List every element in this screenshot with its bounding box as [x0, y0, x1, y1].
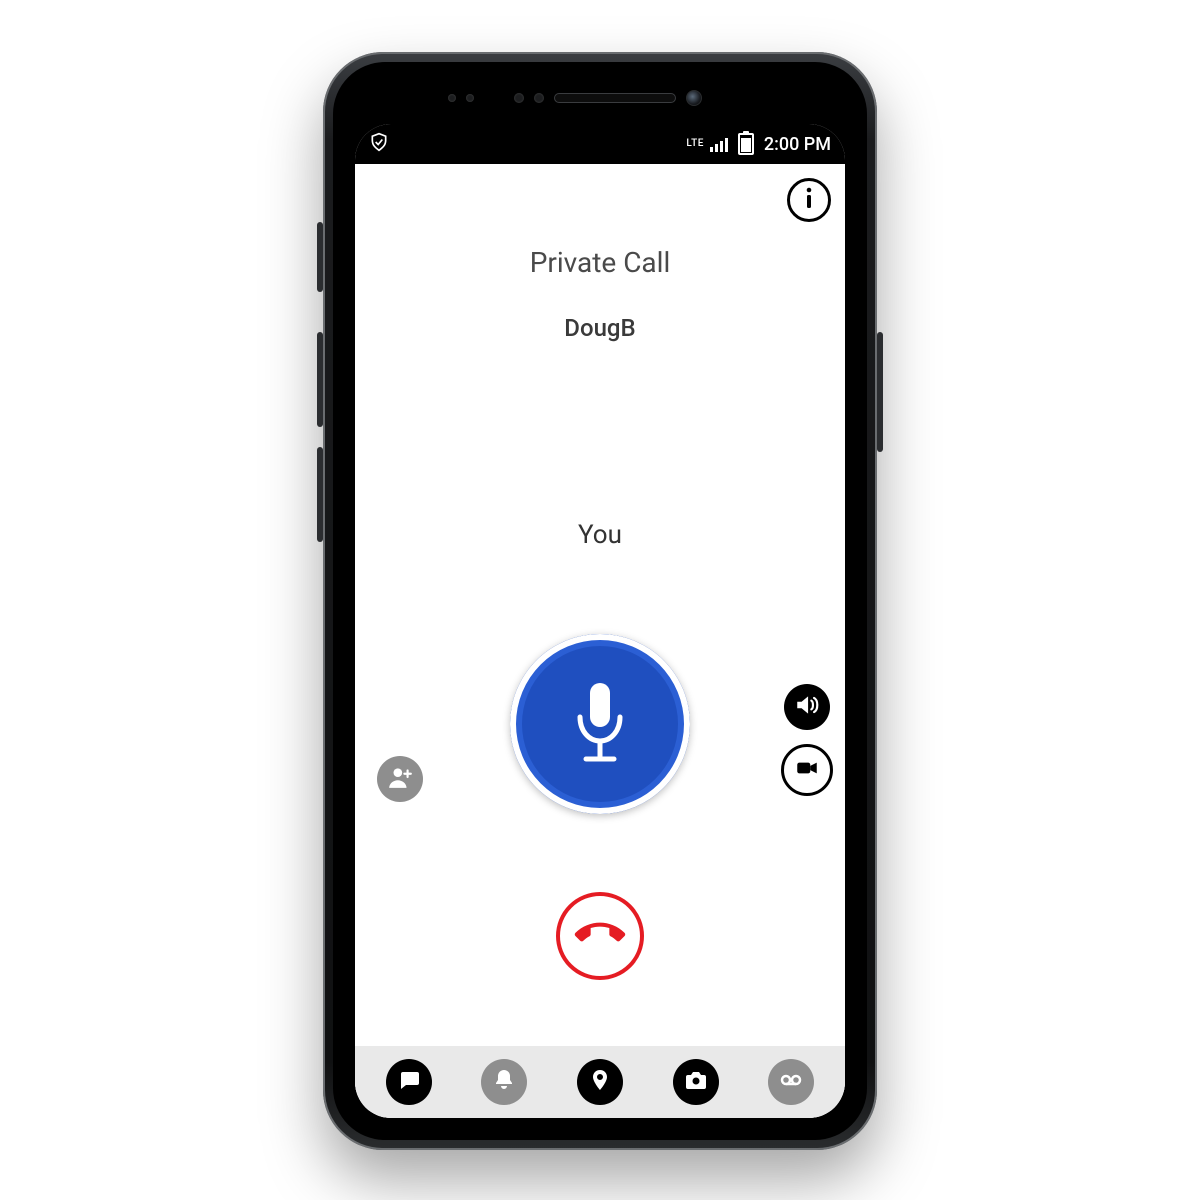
cellular-signal-icon — [710, 136, 728, 152]
info-icon — [804, 187, 814, 213]
nav-camera[interactable] — [673, 1059, 719, 1105]
microphone-icon — [565, 677, 635, 771]
phone-sensor-row — [333, 90, 867, 106]
chat-bubble-icon — [397, 1068, 421, 1096]
add-participant-button[interactable] — [377, 756, 423, 802]
call-contact-name: DougB — [355, 314, 845, 342]
video-camera-icon — [794, 755, 820, 785]
speaking-indicator-label: You — [355, 520, 845, 550]
device-screen: LTE 2:00 PM — [355, 124, 845, 1118]
phone-frame: LTE 2:00 PM — [323, 52, 877, 1150]
status-bar: LTE 2:00 PM — [355, 124, 845, 164]
push-to-talk-button[interactable] — [510, 634, 690, 814]
info-button[interactable] — [787, 178, 831, 222]
nav-location[interactable] — [577, 1059, 623, 1105]
status-clock: 2:00 PM — [764, 134, 831, 155]
hardware-volume-down — [317, 447, 323, 542]
nav-alerts[interactable] — [481, 1059, 527, 1105]
video-toggle-button[interactable] — [781, 744, 833, 796]
nav-messages[interactable] — [386, 1059, 432, 1105]
call-screen: Private Call DougB You — [355, 164, 845, 1118]
camera-icon — [684, 1068, 708, 1096]
network-type-label: LTE — [686, 139, 703, 149]
nav-voicemail[interactable] — [768, 1059, 814, 1105]
bottom-navigation — [355, 1046, 845, 1118]
hardware-volume-up — [317, 332, 323, 427]
map-pin-icon — [588, 1068, 612, 1096]
speaker-toggle-button[interactable] — [784, 684, 830, 730]
voicemail-icon — [779, 1068, 803, 1096]
shield-check-icon — [369, 132, 389, 157]
phone-bezel: LTE 2:00 PM — [333, 62, 867, 1140]
call-type-label: Private Call — [355, 246, 845, 279]
end-call-button[interactable] — [556, 892, 644, 980]
hardware-power-button — [317, 222, 323, 292]
front-camera — [686, 90, 702, 106]
speaker-icon — [794, 692, 820, 722]
battery-icon — [738, 133, 754, 155]
hardware-side-key — [877, 332, 883, 452]
earpiece-speaker — [554, 93, 676, 103]
add-person-icon — [387, 764, 413, 794]
phone-hangup-icon — [576, 910, 624, 962]
bell-icon — [492, 1068, 516, 1096]
